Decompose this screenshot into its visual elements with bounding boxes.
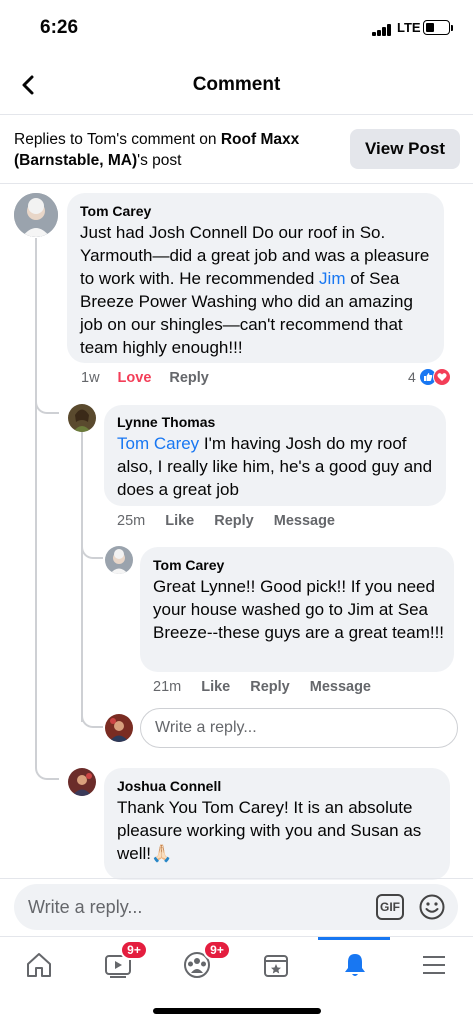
thread-line-sub xyxy=(81,432,83,722)
page-title: Comment xyxy=(192,74,281,95)
replies-suffix: 's post xyxy=(137,152,182,169)
like-button[interactable]: Like xyxy=(165,513,194,529)
comment-actions: 21m Like Reply Message xyxy=(153,679,371,695)
mention-link[interactable]: Jim xyxy=(319,269,345,288)
comment-text: Thank You Tom Carey! It is an absolute p… xyxy=(117,798,422,863)
comment-time: 1w xyxy=(81,370,100,386)
reply-input[interactable]: Write a reply... xyxy=(140,708,458,748)
thread-line-branch-1 xyxy=(35,400,59,414)
thread-line-main xyxy=(35,238,37,768)
current-user-avatar xyxy=(105,714,133,742)
status-time: 6:26 xyxy=(40,17,79,38)
home-icon xyxy=(27,953,51,977)
groups-badge: 9+ xyxy=(203,940,231,960)
status-bar: 6:26 LTE xyxy=(0,0,473,56)
home-indicator xyxy=(153,1008,321,1014)
reply-button[interactable]: Reply xyxy=(214,513,254,529)
composer-input[interactable]: Write a reply... GIF xyxy=(14,884,458,930)
like-button[interactable]: Like xyxy=(201,679,230,695)
emoji-icon[interactable] xyxy=(418,893,446,921)
love-reaction-icon xyxy=(432,368,451,386)
menu-icon xyxy=(423,956,445,974)
comment-author[interactable]: Tom Carey xyxy=(80,203,151,219)
comment-author[interactable]: Tom Carey xyxy=(153,557,224,573)
message-button[interactable]: Message xyxy=(274,513,335,529)
network-label: LTE xyxy=(397,20,421,35)
tab-home[interactable] xyxy=(0,937,78,993)
avatar[interactable] xyxy=(68,768,96,796)
comment-text: Great Lynne!! Good pick!! If you need yo… xyxy=(153,577,445,642)
comment-time: 25m xyxy=(117,513,146,529)
battery-icon xyxy=(423,20,450,35)
tab-menu[interactable] xyxy=(395,937,473,993)
reply-button[interactable]: Reply xyxy=(169,370,209,386)
comment-text: Just had Josh Connell Do our roof in So.… xyxy=(80,221,436,359)
reply-composer: Write a reply... GIF xyxy=(0,878,473,936)
view-post-button[interactable]: View Post xyxy=(350,129,460,169)
comment-author[interactable]: Joshua Connell xyxy=(117,778,221,794)
replies-prefix: Replies to Tom's comment on xyxy=(14,131,221,148)
composer-placeholder: Write a reply... xyxy=(28,897,143,917)
love-button[interactable]: Love xyxy=(118,370,152,386)
comment-actions: 1w Love Reply xyxy=(81,370,209,386)
replies-context-text: Replies to Tom's comment on Roof Maxx (B… xyxy=(14,129,334,171)
header: Comment xyxy=(0,58,473,114)
comment-author[interactable]: Lynne Thomas xyxy=(117,414,215,430)
avatar[interactable] xyxy=(68,404,96,432)
comment-time: 21m xyxy=(153,679,182,695)
thread-line-sub-curve-2 xyxy=(81,712,103,728)
mention-link[interactable]: Tom Carey xyxy=(117,434,199,453)
tab-notifications[interactable] xyxy=(316,937,394,993)
thread-line-sub-curve-1 xyxy=(81,545,103,559)
comment-actions: 25m Like Reply Message xyxy=(117,513,335,529)
thread-line-main-curve xyxy=(35,766,59,780)
video-badge: 9+ xyxy=(120,940,148,960)
avatar[interactable] xyxy=(14,193,58,237)
reaction-summary[interactable]: 4 xyxy=(408,368,451,386)
marketplace-icon xyxy=(264,955,288,977)
tab-marketplace[interactable] xyxy=(237,937,315,993)
avatar[interactable] xyxy=(105,546,133,574)
reply-button[interactable]: Reply xyxy=(250,679,290,695)
comment-text: Tom Carey I'm having Josh do my roof als… xyxy=(117,432,437,501)
replies-context-bar: Replies to Tom's comment on Roof Maxx (B… xyxy=(0,114,473,184)
reaction-count: 4 xyxy=(408,369,416,385)
bell-icon xyxy=(345,954,365,976)
gif-button[interactable]: GIF xyxy=(376,894,404,920)
message-button[interactable]: Message xyxy=(310,679,371,695)
signal-icon xyxy=(372,24,394,36)
battery-tip xyxy=(451,25,453,31)
